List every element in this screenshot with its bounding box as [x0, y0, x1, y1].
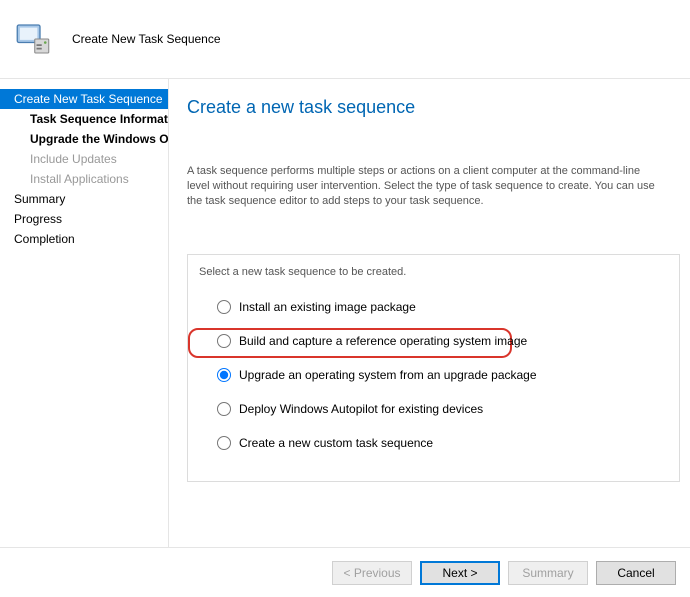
summary-button: Summary — [508, 561, 588, 585]
group-label: Select a new task sequence to be created… — [195, 266, 410, 278]
sidebar-item-summary[interactable]: Summary — [0, 189, 168, 209]
sidebar-item-upgrade-windows[interactable]: Upgrade the Windows Operating System — [0, 129, 168, 149]
radio-input-install-image[interactable] — [217, 300, 231, 314]
next-button[interactable]: Next > — [420, 561, 500, 585]
radio-label: Build and capture a reference operating … — [239, 334, 527, 348]
radio-list: Install an existing image package Build … — [195, 280, 672, 452]
radio-input-build-capture[interactable] — [217, 334, 231, 348]
task-sequence-icon — [12, 18, 54, 60]
sidebar-item-install-apps: Install Applications — [0, 169, 168, 189]
wizard-footer: < Previous Next > Summary Cancel — [0, 547, 690, 597]
sidebar-item-task-info[interactable]: Task Sequence Information — [0, 109, 168, 129]
wizard-sidebar: Create New Task Sequence Task Sequence I… — [0, 79, 168, 547]
radio-custom[interactable]: Create a new custom task sequence — [211, 434, 672, 452]
sidebar-item-completion[interactable]: Completion — [0, 229, 168, 249]
radio-input-autopilot[interactable] — [217, 402, 231, 416]
wizard-title: Create New Task Sequence — [72, 32, 221, 46]
cancel-button[interactable]: Cancel — [596, 561, 676, 585]
radio-label: Install an existing image package — [239, 300, 416, 314]
radio-build-capture[interactable]: Build and capture a reference operating … — [211, 332, 672, 350]
radio-label: Deploy Windows Autopilot for existing de… — [239, 402, 483, 416]
radio-label: Create a new custom task sequence — [239, 436, 433, 450]
radio-input-custom[interactable] — [217, 436, 231, 450]
task-sequence-group: Select a new task sequence to be created… — [187, 245, 680, 482]
page-description: A task sequence performs multiple steps … — [187, 164, 657, 209]
radio-install-image[interactable]: Install an existing image package — [211, 298, 672, 316]
sidebar-item-include-updates: Include Updates — [0, 149, 168, 169]
sidebar-item-create-new[interactable]: Create New Task Sequence — [0, 89, 168, 109]
radio-upgrade-os[interactable]: Upgrade an operating system from an upgr… — [211, 366, 672, 384]
wizard-content: Create a new task sequence A task sequen… — [168, 79, 690, 547]
radio-input-upgrade-os[interactable] — [217, 368, 231, 382]
sidebar-item-progress[interactable]: Progress — [0, 209, 168, 229]
previous-button: < Previous — [332, 561, 412, 585]
page-heading: Create a new task sequence — [187, 97, 680, 118]
wizard-header: Create New Task Sequence — [0, 0, 690, 79]
radio-autopilot[interactable]: Deploy Windows Autopilot for existing de… — [211, 400, 672, 418]
radio-label: Upgrade an operating system from an upgr… — [239, 368, 537, 382]
